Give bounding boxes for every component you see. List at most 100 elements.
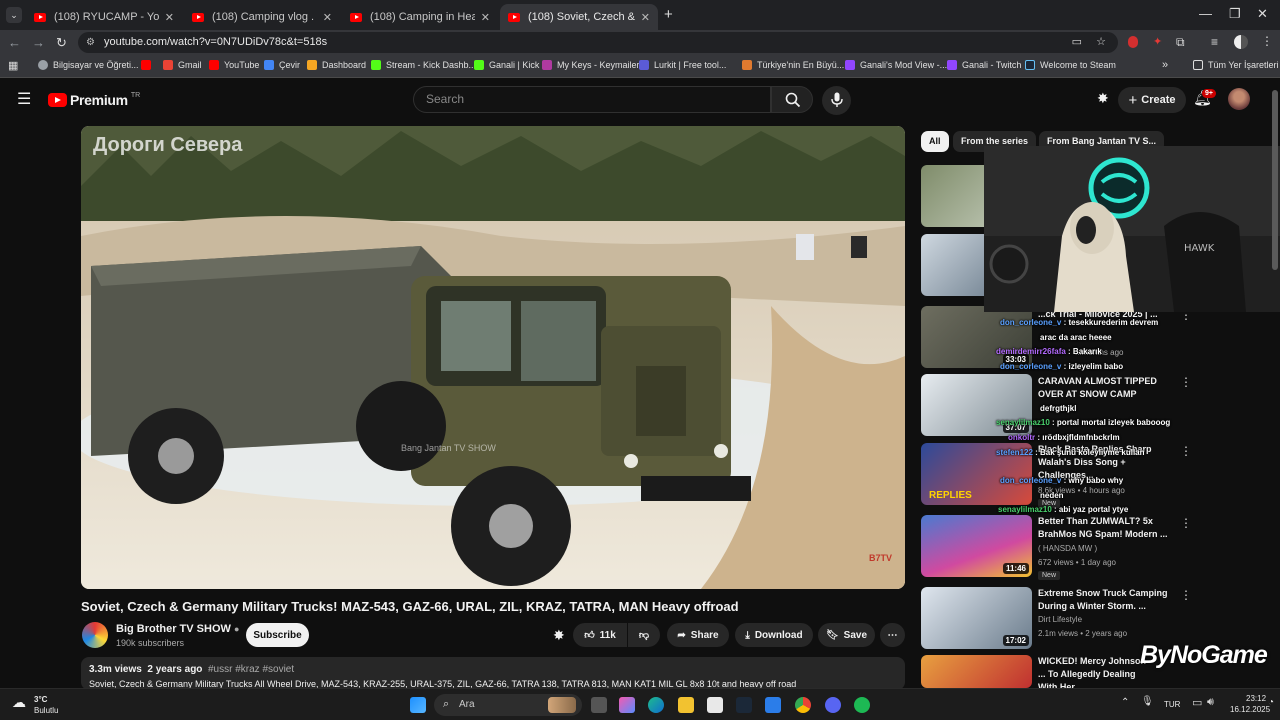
youtube-premium-logo[interactable]: Premium TR [48, 92, 140, 108]
file-explorer-icon[interactable] [678, 697, 694, 713]
profile-avatar[interactable] [1234, 35, 1248, 49]
forward-icon[interactable]: → [32, 35, 45, 50]
address-bar[interactable]: ⚙ youtube.com/watch?v=0N7UDiDv78c&t=518s… [78, 32, 1118, 53]
browser-tab[interactable]: (108) Camping vlog . The sound ✕ [184, 4, 340, 30]
copilot-icon[interactable] [619, 697, 635, 713]
dislike-button[interactable]: 👎︎ [628, 623, 660, 647]
extensions-puzzle-icon[interactable]: ⧉ [1176, 35, 1185, 50]
more-vertical-icon[interactable]: ⋮ [1180, 588, 1192, 602]
description-box[interactable]: 3.3m views 2 years ago #ussr #kraz #sovi… [81, 657, 905, 690]
volume-icon[interactable]: 🔊︎ [1207, 696, 1214, 709]
bookmark-item[interactable]: Welcome to Steam [1025, 60, 1116, 70]
subscribe-button[interactable]: Subscribe [246, 623, 309, 647]
download-button[interactable]: ⤓ Download [735, 623, 813, 647]
apps-grid-icon[interactable]: ▦ [8, 59, 18, 72]
like-button[interactable]: 👍︎ 11k [573, 623, 627, 647]
spotify-icon[interactable] [854, 697, 870, 713]
video-player[interactable]: Дороги Севера Bang Jantan TV SHOW B7TV [81, 126, 905, 589]
back-icon[interactable]: ← [8, 35, 21, 50]
bookmark-item[interactable]: My Keys - Keymailer [542, 60, 640, 70]
new-tab-icon[interactable]: + [664, 6, 673, 23]
task-view-icon[interactable] [591, 697, 607, 713]
extension-red-icon[interactable] [1128, 36, 1138, 48]
more-actions-button[interactable]: ⋯ [880, 623, 905, 647]
rec-title[interactable]: Better Than ZUMWALT? 5x BrahMos NG Spam!… [1038, 515, 1173, 541]
search-input[interactable]: Search [413, 86, 771, 113]
bookmark-item[interactable]: Lurkit | Free tool... [639, 60, 726, 70]
chrome-icon[interactable] [795, 697, 811, 713]
browser-tab[interactable]: (108) RYUCAMP - YouTube ✕ [26, 4, 182, 30]
input-language[interactable]: TUR [1164, 700, 1180, 709]
create-button[interactable]: + Create [1118, 87, 1186, 113]
notifications-icon[interactable]: ◔ [1268, 697, 1274, 708]
clock-time[interactable]: 23:12 [1246, 694, 1266, 703]
close-tab-icon[interactable]: ✕ [481, 11, 490, 24]
rec-channel[interactable]: Dirt Lifestyle [1038, 615, 1082, 624]
rec-title[interactable]: Extreme Snow Truck Camping During a Wint… [1038, 587, 1173, 613]
close-tab-icon[interactable]: ✕ [165, 11, 174, 24]
bookmark-item[interactable]: YouTube [209, 60, 259, 70]
site-info-icon[interactable]: ⚙ [86, 32, 95, 53]
rec-thumbnail[interactable]: 33:03 [921, 306, 1032, 368]
more-vertical-icon[interactable]: ⋮ [1180, 516, 1192, 530]
search-button[interactable] [771, 86, 813, 113]
discord-icon[interactable] [825, 697, 841, 713]
bookmarks-overflow-icon[interactable]: » [1162, 59, 1168, 71]
install-app-icon[interactable]: ▭ [1072, 32, 1082, 53]
taskbar-search[interactable]: ⌕ Ara [434, 694, 582, 716]
bookmark-item[interactable]: Gmail [163, 60, 202, 70]
upload-sparkle-icon[interactable]: ✸ [1097, 90, 1109, 107]
mail-icon[interactable] [765, 697, 781, 713]
bookmark-star-icon[interactable]: ☆ [1096, 32, 1106, 53]
close-tab-icon[interactable]: ✕ [641, 11, 650, 24]
bookmark-item[interactable]: Ganali | Kick [474, 60, 539, 70]
rec-thumbnail[interactable]: 17:02 [921, 587, 1032, 649]
rec-thumbnail[interactable]: 11:46 [921, 515, 1032, 577]
account-avatar[interactable] [1228, 88, 1250, 110]
bookmark-item[interactable]: Bilgisayar ve Öğreti... [38, 60, 139, 70]
browser-menu-icon[interactable]: ⋮ [1261, 34, 1273, 48]
bookmark-item[interactable] [141, 60, 156, 70]
channel-avatar[interactable] [82, 622, 108, 648]
media-control-icon[interactable]: ≡ [1211, 35, 1218, 49]
minimize-icon[interactable]: — [1199, 6, 1212, 21]
more-vertical-icon[interactable]: ⋮ [1180, 444, 1192, 458]
bookmark-item[interactable]: Türkiye'nin En Büyü... [742, 60, 844, 70]
close-window-icon[interactable]: ✕ [1257, 6, 1268, 22]
bookmark-item[interactable]: Çevir [264, 60, 300, 70]
ask-sparkle-icon[interactable]: ✸ [553, 627, 565, 644]
hamburger-menu-icon[interactable]: ☰ [17, 89, 31, 109]
bookmark-item[interactable]: Stream - Kick Dashb... [371, 60, 476, 70]
store-icon[interactable] [707, 697, 723, 713]
voice-search-button[interactable] [822, 86, 851, 115]
clock-date[interactable]: 16.12.2025 [1230, 705, 1270, 714]
rec-channel[interactable]: ( HANSDA MW ) [1038, 544, 1097, 553]
network-icon[interactable]: ▭ [1192, 696, 1202, 709]
bookmark-item[interactable]: Dashboard [307, 60, 366, 70]
hashtags[interactable]: #ussr #kraz #soviet [208, 664, 294, 675]
tab-list-icon[interactable]: ⌄ [6, 7, 22, 23]
microphone-tray-icon[interactable]: 🎙︎ [1141, 696, 1154, 707]
bookmark-item[interactable]: Ganali - Twitch [947, 60, 1021, 70]
restore-icon[interactable]: ❐ [1229, 6, 1241, 22]
extension-icon[interactable]: ✦ [1153, 35, 1162, 48]
browser-tab-active[interactable]: (108) Soviet, Czech & Germany ✕ [500, 4, 658, 30]
channel-name[interactable]: Big Brother TV SHOW ● [116, 623, 239, 635]
edge-icon[interactable] [648, 697, 664, 713]
weather-icon[interactable]: ☁ [12, 694, 26, 711]
rec-thumbnail[interactable] [921, 655, 1032, 688]
close-tab-icon[interactable]: ✕ [323, 11, 332, 24]
reload-icon[interactable]: ↻ [56, 35, 67, 51]
tray-overflow-icon[interactable]: ⌃ [1121, 697, 1129, 708]
start-windows-icon[interactable] [410, 697, 426, 713]
all-bookmarks-folder[interactable]: Tüm Yer İşaretleri [1193, 60, 1279, 70]
share-button[interactable]: ➦ Share [667, 623, 729, 647]
browser-tab[interactable]: (108) Camping in Heavy Snow ✕ [342, 4, 498, 30]
more-vertical-icon[interactable]: ⋮ [1180, 375, 1192, 389]
chip-all[interactable]: All [921, 131, 949, 152]
bookmark-item[interactable]: Ganali's Mod View -... [845, 60, 947, 70]
save-button[interactable]: 🔖︎ Save [818, 623, 875, 647]
page-scrollbar[interactable] [1272, 90, 1278, 270]
steam-icon[interactable] [736, 697, 752, 713]
rec-title[interactable]: CARAVAN ALMOST TIPPED OVER AT SNOW CAMP [1038, 375, 1173, 401]
